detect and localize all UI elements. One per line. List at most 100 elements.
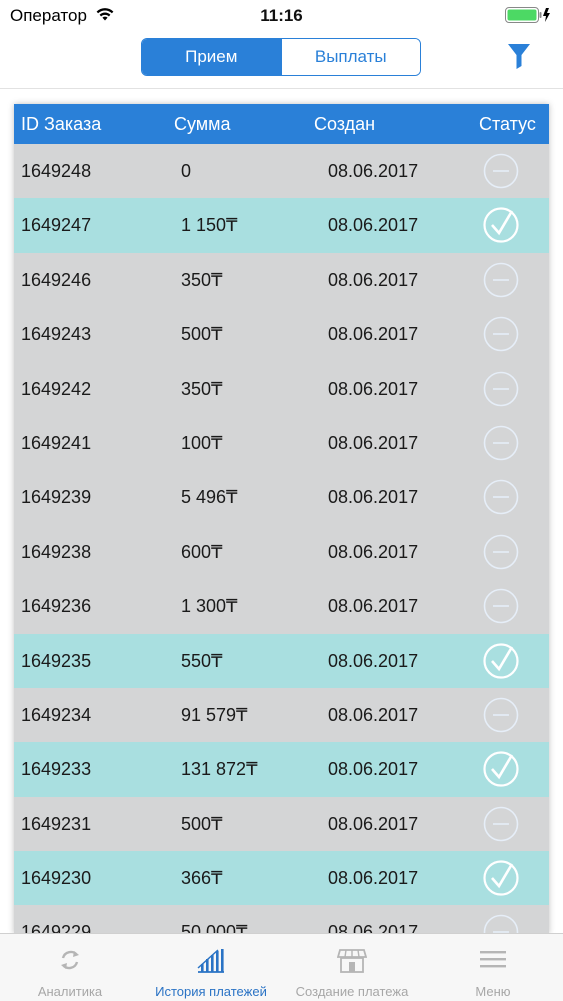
pending-circle-icon: [483, 425, 519, 461]
segment-incoming[interactable]: Прием: [142, 39, 281, 75]
check-circle-icon: [483, 751, 519, 787]
table-row[interactable]: 1649231 500₸ 08.06.2017: [14, 797, 549, 851]
pending-circle-icon: [483, 371, 519, 406]
menu-icon: [480, 951, 506, 968]
created-date-cell: 08.06.2017: [328, 650, 419, 671]
order-id-cell: 1649236: [21, 596, 92, 617]
amount-cell: 131 872₸: [181, 759, 258, 780]
amount-cell: 0: [181, 161, 192, 181]
created-date-cell: 08.06.2017: [328, 161, 419, 181]
order-id-cell: 1649247: [21, 215, 92, 236]
created-date-cell: 08.06.2017: [328, 704, 419, 725]
tab-menu[interactable]: Меню: [423, 934, 563, 1001]
amount-cell: 500₸: [181, 324, 223, 345]
order-id-cell: 1649230: [21, 868, 92, 889]
table-row[interactable]: 1649236 1 300₸ 08.06.2017: [14, 579, 549, 633]
amount-cell: 1 150₸: [181, 215, 238, 236]
tab-label: Создание платежа: [295, 984, 409, 999]
pending-circle-icon: [483, 534, 519, 570]
amount-cell: 91 579₸: [181, 704, 248, 725]
clock: 11:16: [260, 6, 303, 25]
header-created: Создан: [314, 114, 376, 134]
created-date-cell: 08.06.2017: [328, 487, 419, 508]
tab-analytics[interactable]: Аналитика: [0, 934, 140, 1001]
table-row[interactable]: 1649229 50 000₸ 08.06.2017: [14, 905, 549, 934]
created-date-cell: 08.06.2017: [328, 541, 419, 562]
created-date-cell: 08.06.2017: [328, 813, 419, 834]
pending-circle-icon: [483, 806, 519, 841]
order-id-cell: 1649234: [21, 704, 92, 725]
tab-label: Аналитика: [37, 984, 103, 999]
pending-circle-icon: [483, 697, 519, 733]
order-id-cell: 1649241: [21, 432, 92, 453]
pending-circle-icon: [483, 588, 519, 624]
table-header: ID Заказа Сумма Создан Статус: [14, 104, 549, 144]
table-row[interactable]: 1649241 100₸ 08.06.2017: [14, 416, 549, 470]
table-row[interactable]: 1649247 1 150₸ 08.06.2017: [14, 198, 549, 253]
pending-circle-icon: [483, 153, 519, 189]
created-date-cell: 08.06.2017: [328, 868, 419, 889]
amount-cell: 366₸: [181, 868, 223, 889]
check-circle-icon: [483, 860, 519, 896]
table-row[interactable]: 1649233 131 872₸ 08.06.2017: [14, 742, 549, 797]
header-status: Статус: [479, 114, 536, 134]
tab-create-payment[interactable]: Создание платежа: [282, 934, 422, 1001]
created-date-cell: 08.06.2017: [328, 759, 419, 780]
created-date-cell: 08.06.2017: [328, 269, 419, 290]
amount-cell: 350₸: [181, 269, 223, 290]
bar-chart-icon: [197, 949, 224, 973]
pending-circle-icon: [483, 316, 519, 352]
table-row[interactable]: 1649243 500₸ 08.06.2017: [14, 307, 549, 361]
table-row[interactable]: 1649246 350₸ 08.06.2017: [14, 253, 549, 307]
created-date-cell: 08.06.2017: [328, 215, 419, 236]
created-date-cell: 08.06.2017: [328, 378, 419, 399]
table-row[interactable]: 1649234 91 579₸ 08.06.2017: [14, 688, 549, 742]
pending-circle-icon: [483, 915, 519, 934]
table-row[interactable]: 1649248 0 08.06.2017: [14, 144, 549, 198]
header-order-id: ID Заказа: [21, 114, 102, 134]
created-date-cell: 08.06.2017: [328, 432, 419, 453]
store-icon: [337, 949, 367, 973]
table-row[interactable]: 1649230 366₸ 08.06.2017: [14, 851, 549, 906]
check-circle-icon: [483, 642, 519, 679]
refresh-icon: [61, 950, 79, 970]
table-rows: 1649248 0 08.06.2017 1649247 1 150₸ 08.06.201…: [14, 144, 549, 934]
order-id-cell: 1649235: [21, 650, 92, 671]
payments-table[interactable]: ID Заказа Сумма Создан Статус 1649248 0 08…: [14, 104, 549, 934]
navigation-bar: Прием Выплаты: [0, 30, 563, 89]
created-date-cell: 08.06.2017: [328, 324, 419, 345]
filter-icon[interactable]: [507, 42, 531, 70]
amount-cell: 100₸: [181, 432, 223, 453]
order-id-cell: 1649242: [21, 378, 92, 399]
header-amount: Сумма: [174, 114, 231, 134]
table-row[interactable]: 1649238 600₸ 08.06.2017: [14, 525, 549, 579]
amount-cell: 600₸: [181, 541, 223, 562]
order-id-cell: 1649238: [21, 541, 92, 562]
amount-cell: 500₸: [181, 813, 223, 834]
order-id-cell: 1649233: [21, 759, 92, 780]
segment-payouts[interactable]: Выплаты: [280, 39, 420, 75]
created-date-cell: 08.06.2017: [328, 596, 419, 617]
tab-label: История платежей: [155, 984, 267, 999]
order-id-cell: 1649243: [21, 324, 92, 345]
battery-icon: [505, 7, 550, 23]
segmented-control: Прием Выплаты: [141, 38, 421, 76]
order-id-cell: 1649231: [21, 813, 92, 834]
order-id-cell: 1649248: [21, 161, 92, 181]
table-row[interactable]: 1649242 350₸ 08.06.2017: [14, 362, 549, 416]
order-id-cell: 1649246: [21, 269, 92, 290]
tab-label: Меню: [475, 984, 511, 999]
tab-bar: Аналитика История платежей Создание плат…: [0, 933, 563, 1001]
pending-circle-icon: [483, 480, 519, 515]
tab-payment-history[interactable]: История платежей: [141, 934, 281, 1001]
table-row[interactable]: 1649235 550₸ 08.06.2017: [14, 633, 549, 688]
status-bar: Оператор 11:16: [0, 0, 563, 30]
table-row[interactable]: 1649239 5 496₸ 08.06.2017: [14, 470, 549, 524]
amount-cell: 5 496₸: [181, 487, 238, 508]
pending-circle-icon: [483, 262, 519, 298]
amount-cell: 350₸: [181, 378, 223, 399]
order-id-cell: 1649239: [21, 487, 92, 508]
check-circle-icon: [483, 207, 519, 243]
amount-cell: 550₸: [181, 650, 223, 671]
amount-cell: 1 300₸: [181, 596, 238, 617]
